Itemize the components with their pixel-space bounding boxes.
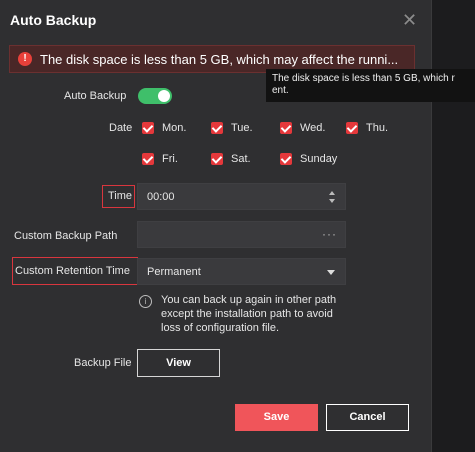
dialog-title: Auto Backup (10, 12, 97, 28)
time-value: 00:00 (147, 191, 175, 203)
checkbox-monday[interactable] (142, 122, 154, 134)
checkbox-wednesday[interactable] (280, 122, 292, 134)
checkbox-monday-label: Mon. (162, 122, 187, 134)
checkbox-tuesday[interactable] (211, 122, 223, 134)
tooltip-line-1: The disk space is less than 5 GB, which … (272, 73, 455, 84)
checkbox-thursday[interactable] (346, 122, 358, 134)
chevron-down-icon (327, 270, 335, 275)
toggle-knob (158, 90, 170, 102)
time-input[interactable]: 00:00 (137, 183, 346, 210)
time-spinner[interactable] (329, 187, 339, 207)
retention-label: Custom Retention Time (15, 265, 130, 277)
retention-select[interactable]: Permanent (137, 258, 346, 285)
checkbox-thursday-label: Thu. (366, 122, 389, 134)
date-label: Date (109, 122, 133, 134)
checkbox-sunday-label: Sunday (300, 153, 338, 165)
time-label: Time (108, 190, 133, 202)
checkbox-saturday-label: Sat. (231, 153, 251, 165)
browse-icon[interactable]: ··· (322, 227, 337, 241)
custom-backup-path-input[interactable]: ··· (137, 221, 346, 248)
info-icon: i (139, 295, 152, 308)
info-line-1: You can back up again in other path (161, 294, 337, 306)
checkbox-friday-label: Fri. (162, 153, 178, 165)
checkbox-saturday[interactable] (211, 153, 223, 165)
auto-backup-dialog: Auto Backup ✕ ! The disk space is less t… (0, 0, 432, 452)
cancel-button[interactable]: Cancel (326, 404, 409, 431)
view-button[interactable]: View (137, 349, 220, 377)
checkbox-sunday[interactable] (280, 153, 292, 165)
spin-up-icon[interactable] (329, 191, 335, 195)
retention-value: Permanent (147, 266, 201, 278)
checkbox-friday[interactable] (142, 153, 154, 165)
tooltip-line-2: ent. (272, 85, 289, 96)
save-button[interactable]: Save (235, 404, 318, 431)
warning-icon: ! (18, 52, 32, 66)
info-message: You can back up again in other path exce… (161, 293, 336, 335)
background-panel (432, 0, 475, 452)
close-icon[interactable]: ✕ (402, 10, 417, 30)
info-line-2: except the installation path to avoid (161, 308, 333, 320)
spin-down-icon[interactable] (329, 199, 335, 203)
custom-backup-path-label: Custom Backup Path (14, 230, 118, 242)
auto-backup-toggle[interactable] (138, 88, 172, 104)
warning-text[interactable]: The disk space is less than 5 GB, which … (40, 52, 398, 67)
info-line-3: loss of configuration file. (161, 322, 280, 334)
backup-file-label: Backup File (74, 357, 132, 369)
auto-backup-label: Auto Backup (64, 90, 127, 102)
dialog-header: Auto Backup ✕ (0, 0, 431, 44)
checkbox-wednesday-label: Wed. (300, 122, 326, 134)
warning-tooltip: The disk space is less than 5 GB, which … (266, 69, 475, 102)
checkbox-tuesday-label: Tue. (231, 122, 253, 134)
